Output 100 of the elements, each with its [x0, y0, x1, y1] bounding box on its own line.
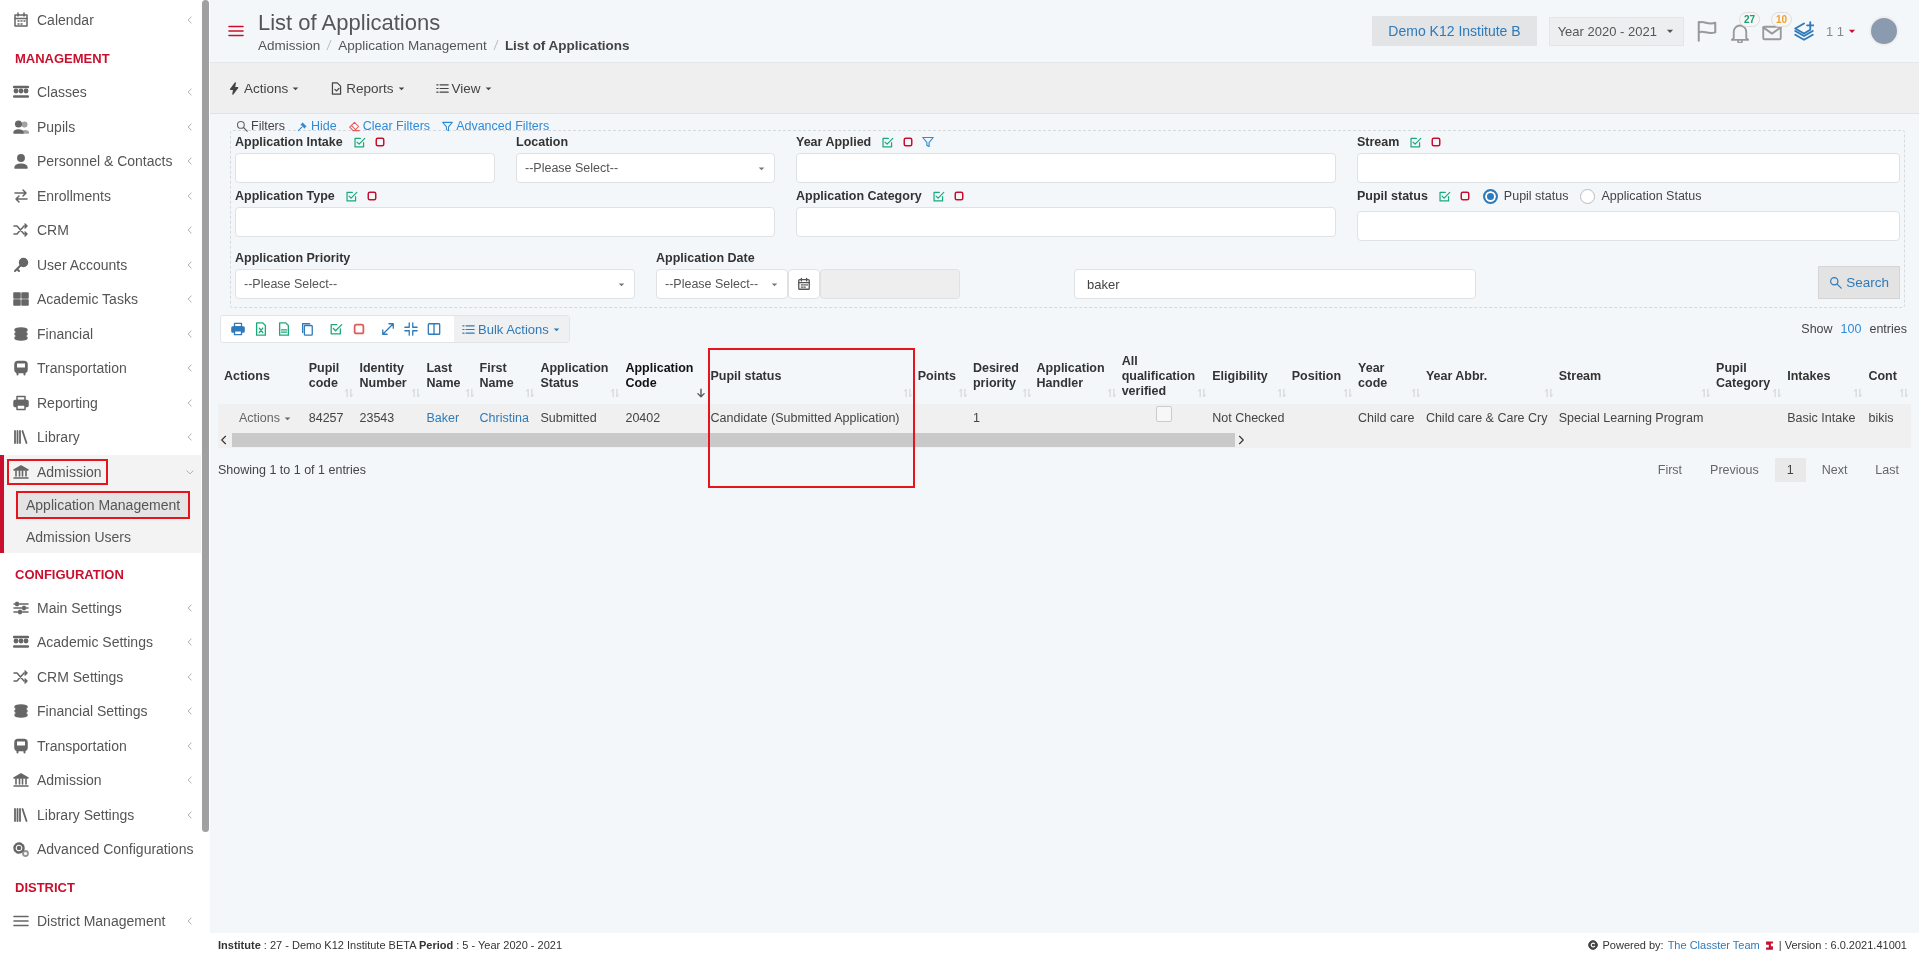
radio-button[interactable] — [1580, 188, 1596, 204]
select-field[interactable]: --Please Select-- — [656, 269, 788, 299]
sidebar-item[interactable]: User Accounts — [7, 251, 134, 278]
calendar-button[interactable] — [788, 269, 820, 299]
copy-icon[interactable] — [300, 322, 314, 336]
sidebar-item[interactable]: CRM Settings — [7, 663, 130, 690]
check-square-icon[interactable] — [881, 135, 895, 149]
sidebar-item[interactable]: Transportation — [7, 355, 133, 382]
toolbar-button[interactable]: View — [433, 76, 495, 100]
compress-icon[interactable] — [404, 322, 418, 336]
sort-icon[interactable] — [1410, 388, 1421, 398]
pagination-button[interactable]: Previous — [1698, 458, 1771, 482]
sort-icon[interactable] — [1197, 388, 1208, 398]
funnel-icon[interactable] — [442, 120, 454, 132]
csv-file-icon[interactable] — [277, 322, 291, 336]
filter-link[interactable]: Clear Filters — [362, 119, 431, 133]
sort-icon[interactable] — [344, 388, 355, 398]
sidebar-item[interactable]: Enrollments — [7, 182, 117, 209]
institute-button[interactable]: Demo K12 Institute B — [1372, 16, 1537, 46]
column-header[interactable]: Last Name — [423, 348, 477, 404]
input-field[interactable] — [796, 207, 1336, 237]
column-header[interactable]: Points — [914, 348, 970, 404]
sidebar-subitem[interactable]: Admission Users — [16, 523, 142, 551]
pagination-button[interactable]: Next — [1809, 458, 1860, 482]
column-header[interactable]: Actions — [218, 348, 306, 404]
sidebar-item[interactable]: District Management — [7, 908, 172, 935]
pagination-button[interactable]: First — [1645, 458, 1695, 482]
toolbar-button[interactable]: Reports — [328, 76, 408, 100]
filter-link[interactable]: Advanced Filters — [456, 119, 550, 133]
pin-icon[interactable] — [297, 120, 309, 132]
column-header[interactable]: All qualification verified — [1118, 348, 1210, 404]
column-header[interactable]: Cont — [1865, 348, 1911, 404]
sidebar-item[interactable]: Calendar — [7, 7, 100, 34]
input-field[interactable] — [1357, 153, 1900, 183]
checkbox[interactable] — [1155, 406, 1172, 422]
column-header[interactable]: Pupil code — [305, 348, 357, 404]
sort-icon[interactable] — [525, 388, 536, 398]
column-header[interactable]: Year code — [1355, 348, 1423, 404]
input-field[interactable] — [235, 153, 495, 183]
sidebar-item[interactable]: Admission — [7, 458, 108, 485]
sort-icon[interactable] — [1853, 388, 1864, 398]
sort-icon[interactable] — [610, 388, 621, 398]
funnel-icon[interactable] — [922, 136, 935, 148]
column-header[interactable]: Stream — [1555, 348, 1714, 404]
avatar[interactable] — [1869, 16, 1899, 46]
sidebar-item[interactable]: Advanced Configurations — [7, 836, 200, 863]
breadcrumb-link[interactable]: Admission — [258, 37, 321, 53]
sort-icon[interactable] — [1772, 388, 1783, 398]
check-square-icon[interactable] — [931, 189, 945, 203]
sort-icon[interactable] — [411, 388, 422, 398]
layers-plus-icon[interactable] — [1793, 21, 1814, 41]
sort-icon[interactable] — [1701, 388, 1712, 398]
search-button[interactable]: Search — [1818, 266, 1900, 299]
expand-icon[interactable] — [381, 322, 395, 336]
envelope-icon[interactable] — [1761, 23, 1782, 43]
flag-icon[interactable] — [1695, 20, 1718, 42]
sort-icon[interactable] — [1899, 388, 1909, 398]
column-header[interactable]: Pupil Category — [1713, 348, 1785, 404]
excel-file-icon[interactable] — [254, 322, 268, 336]
sidebar-item[interactable]: Pupils — [7, 113, 82, 140]
bulk-actions-button[interactable]: Bulk Actions — [454, 316, 569, 342]
page-size-select[interactable]: 100 — [1840, 322, 1862, 336]
square-icon[interactable] — [352, 322, 366, 336]
sort-down-icon[interactable] — [695, 388, 706, 398]
column-header[interactable]: First Name — [476, 348, 538, 404]
date-input[interactable] — [820, 269, 960, 299]
horizontal-scrollbar[interactable] — [218, 432, 1911, 448]
sort-icon[interactable] — [464, 388, 475, 398]
bell-icon[interactable] — [1729, 23, 1750, 43]
sidebar-item[interactable]: Academic Tasks — [7, 286, 144, 313]
column-header[interactable]: Application Code — [622, 348, 708, 404]
print-icon[interactable] — [231, 322, 245, 336]
team-link[interactable]: The Classter Team — [1667, 939, 1760, 951]
column-header[interactable]: Eligibility — [1209, 348, 1289, 404]
sort-icon[interactable] — [1276, 388, 1287, 398]
check-square-icon[interactable] — [1437, 189, 1451, 203]
menu-icon[interactable] — [228, 23, 244, 39]
sort-icon[interactable] — [1343, 388, 1354, 398]
input-field[interactable]: baker — [1074, 269, 1476, 299]
sidebar-item[interactable]: Personnel & Contacts — [7, 148, 179, 175]
sidebar-item[interactable]: Classes — [7, 79, 93, 106]
columns-icon[interactable] — [427, 322, 441, 336]
square-icon[interactable] — [952, 190, 965, 202]
input-field[interactable] — [1357, 211, 1900, 241]
sidebar-item[interactable]: Library — [7, 424, 86, 451]
check-square-icon[interactable] — [344, 189, 358, 203]
sidebar-item[interactable]: Library Settings — [7, 801, 141, 828]
sidebar-item[interactable]: Main Settings — [7, 594, 128, 621]
sidebar-item[interactable]: Admission — [7, 767, 108, 794]
input-field[interactable] — [235, 207, 775, 237]
year-select[interactable]: Year 2020 - 2021 — [1548, 16, 1684, 46]
input-field[interactable] — [796, 153, 1336, 183]
sidebar-item[interactable]: CRM — [7, 217, 75, 244]
toolbar-button[interactable]: Actions — [226, 76, 303, 100]
sort-icon[interactable] — [1021, 388, 1032, 398]
check-square-icon[interactable] — [1409, 135, 1423, 149]
square-icon[interactable] — [902, 136, 915, 148]
pagination-button[interactable]: 1 — [1774, 458, 1806, 482]
sidebar-subitem[interactable]: Application Management — [16, 491, 191, 519]
column-header[interactable]: Pupil status — [707, 348, 915, 404]
